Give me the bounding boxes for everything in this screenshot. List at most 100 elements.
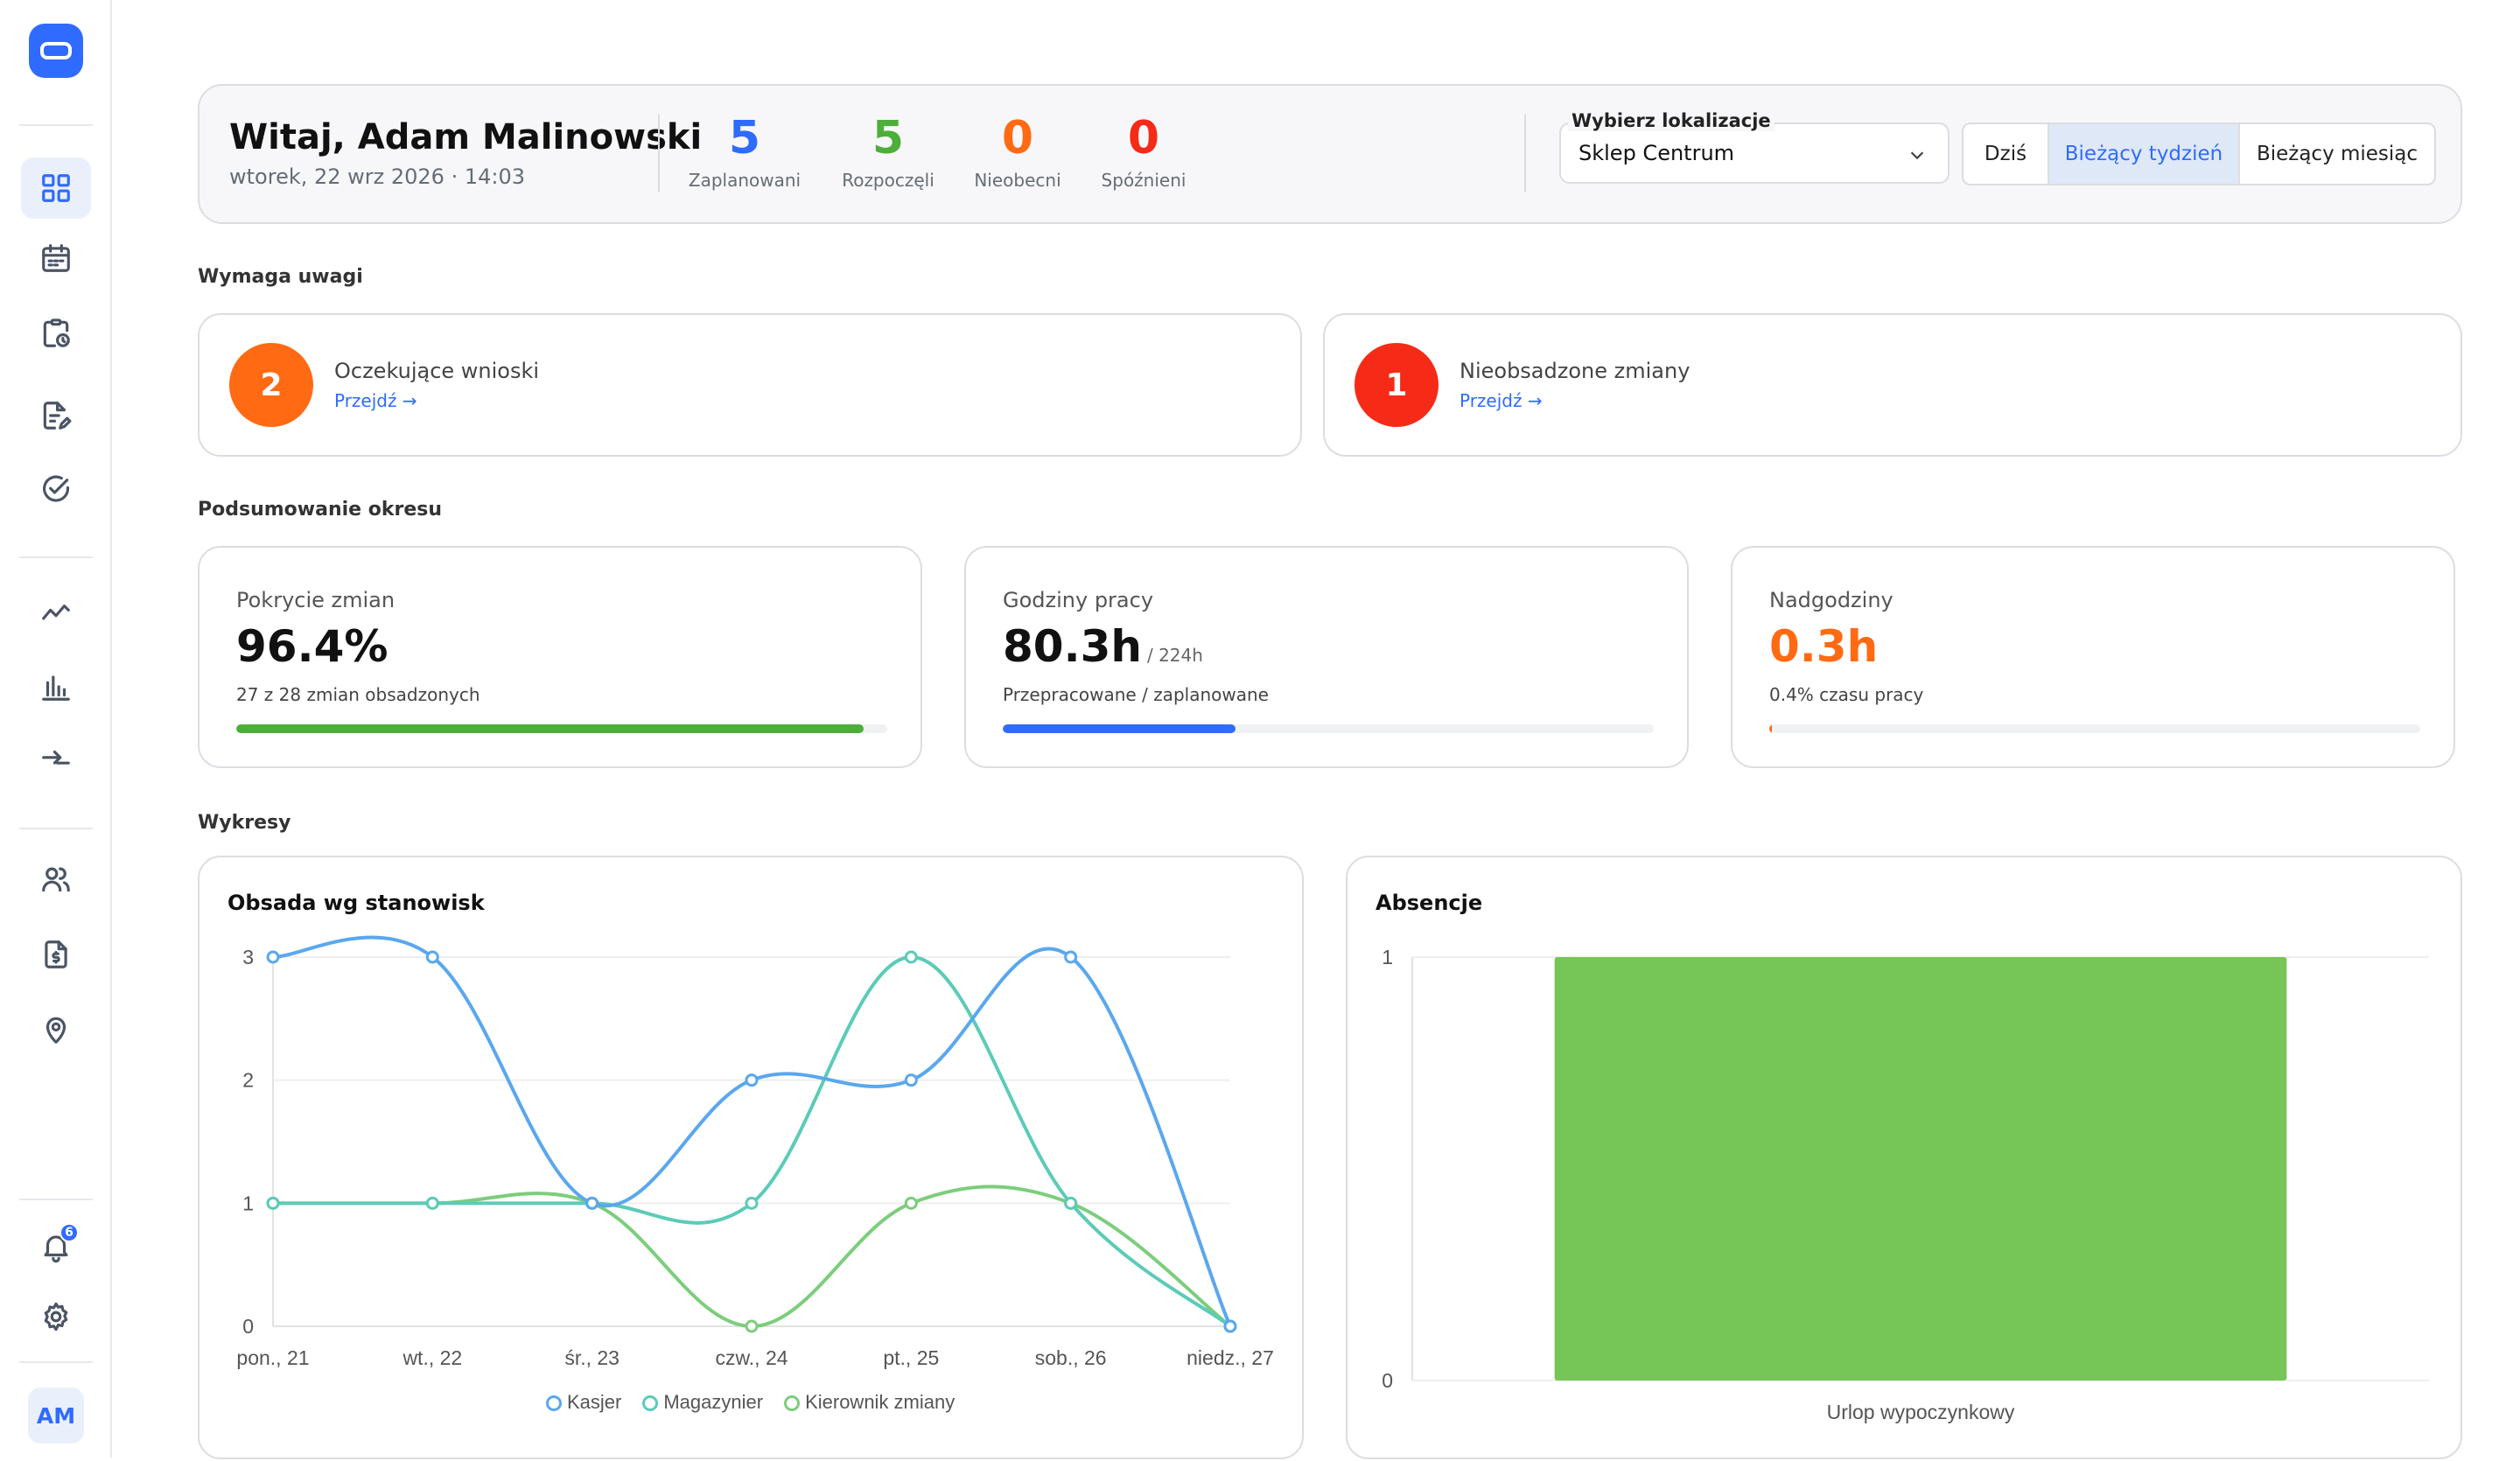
location-value: Sklep Centrum — [1578, 141, 1735, 165]
sidebar-divider — [19, 124, 93, 126]
nav-swaps[interactable] — [21, 730, 91, 791]
calendar-icon — [42, 244, 70, 272]
summary-section-title: Podsumowanie okresu — [198, 499, 443, 521]
data-point[interactable] — [425, 950, 439, 964]
nav-employees[interactable] — [21, 849, 91, 910]
stat-label: Zaplanowani — [688, 170, 802, 191]
legend-label: Magazynier — [663, 1391, 764, 1413]
legend-marker-icon — [546, 1395, 562, 1411]
data-point[interactable] — [266, 1196, 280, 1210]
data-point[interactable] — [266, 950, 280, 964]
unfilled-shifts-link[interactable]: Przejdź → — [1460, 390, 1543, 411]
sidebar-divider — [19, 828, 93, 829]
nav-dashboard[interactable] — [21, 157, 91, 219]
summary-card-value: 96.4% — [236, 621, 388, 672]
nav-notifications[interactable]: 6 — [21, 1216, 91, 1277]
x-tick-label: pon., 21 — [236, 1346, 309, 1369]
period-month-button[interactable]: Bieżący miesiąc — [2240, 124, 2434, 184]
x-tick-label: sob., 26 — [1035, 1346, 1107, 1369]
notification-badge: 6 — [60, 1223, 79, 1242]
summary-card-value: 80.3h/ 224h — [1003, 621, 1203, 672]
chevron-down-icon — [1910, 151, 1924, 160]
progress-fill — [1769, 724, 1772, 733]
data-point[interactable] — [585, 1196, 599, 1210]
stat-value: 0 — [1127, 112, 1160, 164]
legend-label: Kierownik zmiany — [805, 1391, 956, 1413]
progress-fill — [236, 724, 864, 733]
chart-title: Absencje — [1376, 891, 1483, 915]
staffing-line-chart: 0 1 2 3 pon., 21 wt., 22 śr., 23 czw., 24 pt., 2… — [236, 935, 1274, 1369]
summary-card-subtitle: 0.4% czasu pracy — [1769, 684, 1924, 705]
chart-legend: Kasjer Magazynier Kierownik zmiany — [546, 1391, 955, 1414]
y-tick-label: 1 — [1382, 946, 1393, 968]
data-point[interactable] — [1064, 950, 1078, 964]
data-point[interactable] — [745, 1319, 759, 1333]
data-point[interactable] — [425, 1196, 439, 1210]
unfilled-shifts-label: Nieobsadzone zmiany — [1460, 359, 1690, 383]
y-tick-label: 0 — [242, 1315, 254, 1338]
y-tick-label: 3 — [242, 946, 254, 968]
legend-item[interactable]: Magazynier — [642, 1391, 763, 1414]
legend-item[interactable]: Kasjer — [546, 1391, 621, 1414]
clipboard-clock-icon — [43, 318, 70, 347]
progress-track — [1769, 724, 2420, 733]
series-line — [272, 935, 1232, 1327]
bar-chart-icon — [42, 675, 70, 701]
stat-value: 0 — [1001, 112, 1034, 164]
y-tick-label: 2 — [242, 1069, 254, 1092]
nav-payroll[interactable] — [21, 924, 91, 985]
sidebar-divider — [19, 1361, 93, 1363]
pending-requests-link[interactable]: Przejdź → — [334, 390, 417, 411]
sidebar-divider — [19, 1199, 93, 1200]
stat-label: Spóźnieni — [1101, 170, 1186, 191]
data-point[interactable] — [745, 1073, 759, 1087]
gear-icon — [44, 1302, 68, 1332]
data-point[interactable] — [1223, 1319, 1237, 1333]
summary-value-text: 80.3h — [1003, 621, 1142, 672]
pending-requests-card[interactable]: 2 Oczekujące wnioski Przejdź → — [198, 313, 1302, 457]
legend-item[interactable]: Kierownik zmiany — [784, 1391, 955, 1414]
nav-settings[interactable] — [21, 1286, 91, 1347]
data-point[interactable] — [904, 950, 918, 964]
bar[interactable] — [1554, 957, 2287, 1381]
user-avatar[interactable]: AM — [28, 1388, 84, 1444]
app-logo[interactable] — [29, 24, 83, 78]
data-point[interactable] — [745, 1196, 759, 1210]
users-icon — [42, 867, 70, 892]
stat-label: Rozpoczęli — [842, 170, 934, 191]
current-datetime: wtorek, 22 wrz 2026 · 14:03 — [229, 164, 526, 189]
charts-section-title: Wykresy — [198, 812, 291, 834]
unfilled-shifts-card[interactable]: 1 Nieobsadzone zmiany Przejdź → — [1323, 313, 2462, 457]
period-selector: Dziś Bieżący tydzień Bieżący miesiąc — [1962, 122, 2436, 185]
nav-schedule[interactable] — [21, 227, 91, 289]
nav-requests[interactable] — [21, 385, 91, 446]
stat-late: 0 Spóźnieni — [1078, 112, 1209, 191]
summary-card-subtitle: Przepracowane / zaplanowane — [1003, 684, 1269, 705]
nav-trends[interactable] — [21, 581, 91, 642]
period-today-button[interactable]: Dziś — [1964, 124, 2049, 184]
summary-card-title: Nadgodziny — [1769, 588, 1894, 612]
summary-card-overtime: Nadgodziny 0.3h 0.4% czasu pracy — [1731, 546, 2455, 768]
nav-reports[interactable] — [21, 656, 91, 717]
document-dollar-icon — [45, 940, 67, 968]
absences-chart-card: 0 1 Urlop wypoczynkowy Absencje — [1346, 856, 2462, 1459]
data-point[interactable] — [904, 1073, 918, 1087]
nav-locations[interactable] — [21, 999, 91, 1060]
stat-started: 5 Rozpoczęli — [822, 112, 954, 191]
progress-fill — [1003, 724, 1236, 733]
location-select[interactable]: Sklep Centrum — [1559, 122, 1950, 184]
stat-label: Nieobecni — [974, 170, 1061, 191]
swap-arrows-icon — [42, 750, 70, 765]
sidebar-divider — [19, 556, 93, 558]
data-point[interactable] — [1064, 1196, 1078, 1210]
header-card: Witaj, Adam Malinowski wtorek, 22 wrz 20… — [198, 84, 2462, 224]
x-tick-label: pt., 25 — [883, 1346, 939, 1369]
stat-absent: 0 Nieobecni — [952, 112, 1083, 191]
sidebar: 6 AM — [0, 0, 112, 1458]
nav-timesheets[interactable] — [21, 303, 91, 364]
x-tick-label: Urlop wypoczynkowy — [1827, 1401, 2015, 1423]
nav-approvals[interactable] — [21, 458, 91, 520]
x-tick-label: czw., 24 — [715, 1346, 788, 1369]
period-week-button[interactable]: Bieżący tydzień — [2049, 124, 2240, 184]
data-point[interactable] — [904, 1196, 918, 1210]
